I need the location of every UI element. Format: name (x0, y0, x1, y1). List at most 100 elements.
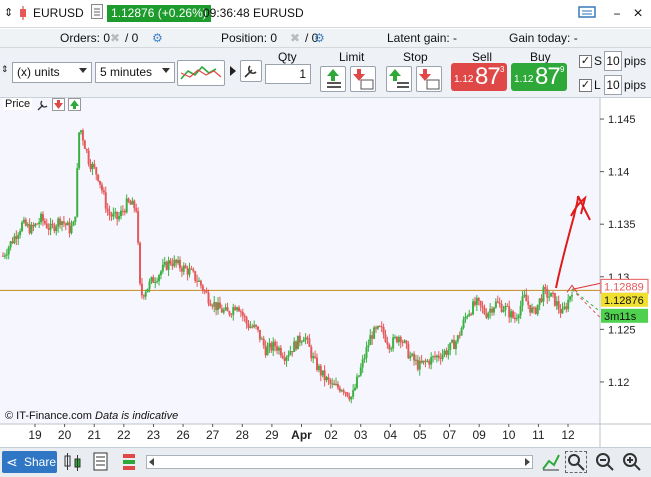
candle-body (550, 292, 553, 297)
share-icon: ⋖ (6, 454, 18, 470)
candle-body (276, 346, 279, 351)
candle-body (241, 311, 244, 316)
chart-type-button[interactable] (177, 60, 225, 86)
drawing-icon[interactable] (541, 452, 561, 475)
candle-body (222, 309, 225, 313)
candle-body (519, 305, 522, 316)
wrench-icon[interactable] (240, 60, 262, 82)
bars-icon[interactable] (121, 452, 139, 475)
orders-cancel-icon[interactable]: ✖ (110, 31, 120, 45)
s-pips-label: pips (624, 54, 647, 68)
scroll-right-icon[interactable] (525, 458, 530, 466)
candle-body (315, 357, 318, 370)
keyboard-icon[interactable] (578, 5, 596, 23)
candle-body (317, 365, 320, 370)
candle-body (542, 287, 545, 302)
candle-body (180, 268, 183, 272)
candle-body (306, 337, 309, 339)
info-icon[interactable] (91, 4, 103, 19)
sell-button[interactable]: 1.12 87 3 (451, 63, 507, 91)
last-price-badge: 1.12876 (+0.26%) (107, 5, 211, 22)
chart-canvas[interactable]: 1.121.1251.131.1351.141.14519 20 21 22 23 26 2… (0, 98, 651, 447)
candles-icon[interactable] (62, 452, 84, 475)
candle-body (5, 254, 8, 256)
l-pips-input[interactable]: 10 (604, 75, 622, 95)
candle-body (374, 327, 377, 329)
candle-body (553, 292, 556, 306)
candle-body (281, 355, 284, 358)
candle-body (167, 260, 170, 270)
candle-body (165, 261, 168, 270)
stop-buy-icon[interactable] (386, 66, 412, 92)
candle-body (274, 341, 277, 347)
candle-body (454, 341, 457, 350)
qty-label: Qty (278, 50, 297, 64)
candle-body (220, 308, 223, 313)
candle-body (201, 285, 204, 291)
x-tick-label: 02 (324, 428, 338, 442)
s-pips-input[interactable]: 10 (604, 51, 622, 71)
candle-body (489, 308, 492, 313)
candle-body (517, 315, 520, 319)
limit-buy-icon[interactable] (320, 66, 346, 92)
down-arrow-icon[interactable] (52, 98, 65, 111)
close-button[interactable]: × (629, 5, 647, 23)
share-button[interactable]: ⋖ Share (2, 451, 57, 473)
y-tick-label: 1.14 (608, 167, 629, 179)
candle-body (257, 326, 260, 330)
candle-body (458, 335, 461, 337)
buy-button[interactable]: 1.12 87 9 (511, 63, 567, 91)
limit-sell-icon[interactable] (350, 66, 376, 92)
candle-body (30, 224, 33, 234)
candle-body (137, 211, 140, 243)
candle-body (485, 313, 488, 318)
candle-body (296, 335, 299, 350)
candle-body (289, 351, 292, 355)
zoom-fit-icon[interactable] (565, 451, 587, 473)
stop-sell-icon[interactable] (416, 66, 442, 92)
symbol-name[interactable]: EURUSD (33, 6, 84, 20)
clock-text: 09:36:48 EURUSD (203, 6, 304, 20)
candle-body (85, 148, 88, 151)
candle-body (531, 307, 534, 313)
candle-body (424, 360, 427, 362)
candle-body (89, 163, 92, 170)
position-settings-icon[interactable]: ⚙ (314, 31, 325, 45)
resize-icon[interactable]: ⇕ (4, 6, 13, 19)
candle-body (243, 315, 246, 318)
gain-today: Gain today: - (509, 31, 578, 45)
candle-body (51, 223, 54, 225)
scroll-left-icon[interactable] (149, 458, 154, 466)
candle-body (287, 354, 290, 357)
expand-arrow-icon[interactable] (230, 66, 236, 76)
price-chart[interactable]: 1.12 1.125 1.13 1.135 1.14 1.145 19 20 21 22 23 26 2… (0, 98, 651, 447)
candle-body (135, 208, 138, 212)
spinner-icon[interactable]: ⇕ (1, 64, 9, 75)
candle-body (95, 167, 98, 175)
candle-body (310, 346, 313, 359)
zoom-out-icon[interactable] (595, 452, 615, 475)
time-scrollbar[interactable] (146, 455, 533, 469)
limit-checkbox[interactable]: ✓ (579, 79, 592, 92)
candle-body (13, 236, 16, 244)
candle-body (515, 318, 518, 320)
units-select[interactable]: (x) units (12, 62, 92, 83)
candle-body (435, 355, 438, 358)
zoom-in-icon[interactable] (622, 452, 642, 475)
qty-input[interactable]: 1 (265, 64, 311, 84)
minimize-button[interactable]: − (608, 5, 626, 23)
status-row: Orders: 0 ✖ / 0 ⚙ Position: 0 ✖ / 0 ⚙ La… (0, 29, 651, 48)
candle-body (129, 201, 132, 205)
up-arrow-icon[interactable] (68, 98, 81, 111)
candle-body (340, 390, 343, 392)
orders-settings-icon[interactable]: ⚙ (152, 31, 163, 45)
candle-body (163, 261, 166, 265)
candle-body (121, 210, 124, 212)
stop-checkbox[interactable]: ✓ (579, 55, 592, 68)
wrench-small-icon[interactable] (36, 98, 50, 115)
interval-select[interactable]: 5 minutes (95, 62, 175, 83)
position-cancel-icon[interactable]: ✖ (290, 31, 300, 45)
candle-body (184, 265, 187, 269)
candle-body (359, 367, 362, 376)
sheet-icon[interactable] (93, 452, 109, 475)
